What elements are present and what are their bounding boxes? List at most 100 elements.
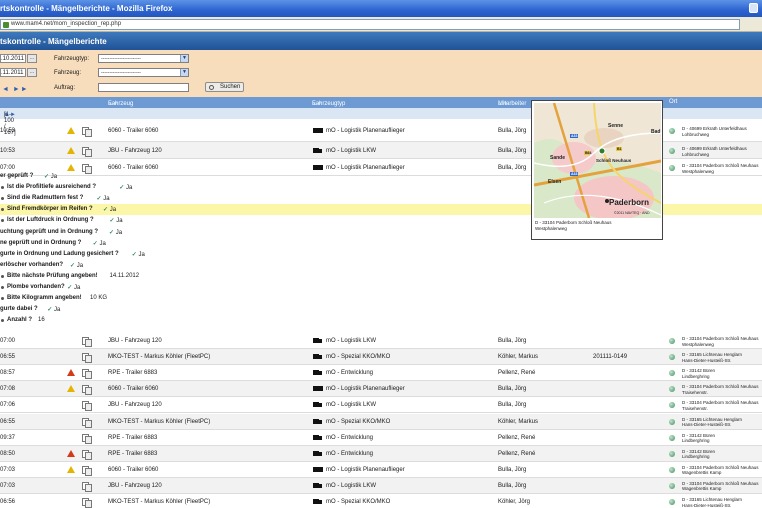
location-dot-icon[interactable] (669, 450, 675, 457)
report-document-icon[interactable] (82, 401, 92, 412)
checklist-item: Plombe vorhanden? ✓ Ja (0, 282, 762, 293)
map-address: D - 33104 Paderborn Schloß Neuhaus Westp… (535, 220, 612, 231)
date-to-input[interactable]: .11.2011 (0, 68, 26, 77)
table-row[interactable]: 07:08 6060 - Trailer 6060 mO - Logistik Pl… (0, 381, 762, 398)
row-time: 08:50 (0, 450, 16, 457)
location-dot-icon[interactable] (669, 499, 675, 505)
page-title-bar: tskontrolle - Mängelberichte (0, 32, 762, 50)
checklist-question: Ist der Luftdruck in Ordnung ? (7, 217, 94, 224)
table-row[interactable]: 07:00 JBU - Fahrzeug 120 mO - Logistik LKW… (0, 333, 762, 349)
sort-icon: ▲▼ (498, 101, 508, 107)
warning-icon (67, 369, 75, 377)
report-document-icon[interactable] (82, 449, 92, 460)
row-time: 07:00 (0, 338, 16, 344)
warning-icon (67, 465, 75, 473)
checklist-question: gurte in Ordnung und Ladung gesichert ? (0, 250, 119, 257)
report-document-icon[interactable] (82, 465, 92, 476)
checklist-item: Bitte nächste Prüfung angeben! 14.11.2012 (0, 271, 762, 282)
checklist-question: Bitte nächste Prüfung angeben! (7, 272, 98, 279)
search-button[interactable]: Suchen (205, 82, 245, 92)
row-employee: Bulla, Jörg (498, 338, 527, 344)
location-dot-icon[interactable] (669, 148, 675, 154)
report-document-icon[interactable] (82, 385, 92, 396)
table-row[interactable]: 08:50 RPE - Trailer 6883 mO - Entwicklung P… (0, 445, 762, 462)
table-row[interactable]: 07:03 6060 - Trailer 6060 mO - Logistik Pl… (0, 462, 762, 478)
date-from-picker-button[interactable]: ... (27, 54, 37, 63)
fahrzeugtyp-label: Fahrzeugtyp: (54, 56, 90, 62)
url-input[interactable]: www.mam4.net/mom_inspection_rep.php (0, 19, 740, 30)
table-row[interactable]: 07:06 JBU - Fahrzeug 120 mO - Logistik LKW… (0, 397, 762, 414)
bullet-icon (1, 186, 4, 190)
fahrzeug-select[interactable]: ------------------------ ▼ (98, 68, 189, 77)
row-time: 08:57 (0, 370, 16, 377)
location-dot-icon[interactable] (669, 128, 675, 134)
date-from-input[interactable]: .10.2011 (0, 54, 26, 63)
date-nav-arrows[interactable]: ◄ ►► (2, 86, 29, 93)
window-titlebar: rtskontrolle - Mängelberichte - Mozilla … (0, 0, 762, 17)
report-document-icon[interactable] (82, 417, 92, 428)
bullet-icon (1, 219, 4, 223)
checklist-question: gurte dabei ? (0, 306, 38, 313)
report-document-icon[interactable] (82, 337, 92, 347)
col-ort[interactable]: Ort (669, 99, 677, 105)
row-employee: Pellenz, René (498, 434, 536, 441)
row-location: D - 33104 Paderborn Schloß Neuhaus Wagenb… (682, 464, 759, 476)
report-document-icon[interactable] (82, 433, 92, 444)
location-dot-icon[interactable] (669, 466, 675, 473)
report-document-icon[interactable] (82, 127, 92, 137)
row-employee: Pellenz, René (498, 370, 536, 377)
location-dot-icon[interactable] (669, 338, 675, 344)
location-dot-icon[interactable] (669, 370, 675, 377)
row-time: 09:37 (0, 434, 16, 441)
table-row[interactable]: 06:55 MKO-TEST - Markus Köhler (FleetPC) m… (0, 349, 762, 366)
report-document-icon[interactable] (82, 498, 92, 508)
row-vehicle: MKO-TEST - Markus Köhler (FleetPC) (108, 499, 211, 505)
truck-icon (313, 370, 322, 376)
report-document-icon[interactable] (82, 147, 92, 157)
row-location: D - 33104 Paderborn Schloß Neuhaus Wagenb… (682, 480, 759, 492)
row-vehicle: RPE - Trailer 6883 (108, 434, 158, 441)
checklist-answer: ✓ Ja (67, 285, 81, 291)
checklist-answer: ✓ Ja (96, 196, 110, 203)
row-location: D - 33165 Lichtenau Henglarn Hans-Dieter-… (682, 352, 743, 363)
truck-icon (313, 499, 322, 504)
location-map[interactable]: Senne Bad Sande Elsen Schloß Neuhaus Pad… (534, 103, 661, 218)
table-row[interactable]: 07:03 JBU - Fahrzeug 120 mO - Logistik LKW… (0, 477, 762, 494)
report-document-icon[interactable] (82, 369, 92, 380)
row-location: D - 33104 Paderborn Schloß Neuhaus Traise… (682, 384, 759, 395)
row-vehicle-type: mO - Spezial KKO/MKO (326, 499, 391, 505)
row-employee: Bulla, Jörg (498, 402, 527, 409)
bullet-icon (1, 297, 4, 301)
table-row[interactable]: 06:55 MKO-TEST - Markus Köhler (FleetPC) m… (0, 413, 762, 430)
row-vehicle-type: mO - Entwicklung (326, 370, 374, 377)
auftrag-input[interactable] (98, 83, 189, 92)
location-dot-icon[interactable] (669, 402, 675, 409)
location-dot-icon[interactable] (669, 482, 675, 489)
fahrzeugtyp-select[interactable]: ------------------------ ▼ (98, 54, 189, 63)
checklist-question: Sind die Radmuttern fest ? (7, 195, 84, 202)
location-dot-icon[interactable] (669, 418, 675, 425)
location-dot-icon[interactable] (669, 386, 675, 393)
table-row[interactable]: 09:37 RPE - Trailer 6883 mO - Entwicklung P… (0, 430, 762, 446)
row-employee: Bulla, Jörg (498, 386, 527, 393)
row-order: 201111-0149 (593, 354, 628, 361)
location-dot-icon[interactable] (669, 354, 675, 361)
check-icon: ✓ (119, 185, 126, 192)
window-close-icon[interactable] (749, 3, 758, 13)
checklist-item: erlöscher vorhanden? ✓ Ja (0, 260, 762, 271)
row-vehicle-type: mO - Logistik LKW (326, 338, 377, 344)
report-document-icon[interactable] (82, 353, 92, 364)
location-dot-icon[interactable] (669, 434, 675, 441)
row-employee: Köhler, Markus (498, 354, 539, 361)
row-time: 06:56 (0, 499, 16, 505)
row-location: D - 40699 Erkrath Unterfeldhaus Lohbruchw… (682, 146, 747, 157)
checklist-answer: ✓ Ja (109, 218, 123, 225)
check-icon: ✓ (67, 285, 74, 291)
date-to-picker-button[interactable]: ... (27, 68, 37, 77)
checklist-question: Anzahl ? (7, 317, 32, 324)
report-document-icon[interactable] (82, 481, 92, 492)
table-row[interactable]: 06:56 MKO-TEST - Markus Köhler (FleetPC) m… (0, 494, 762, 508)
table-row[interactable]: 08:57 RPE - Trailer 6883 mO - Entwicklung P… (0, 365, 762, 382)
checklist-question: ne geprüft und in Ordnung ? (0, 239, 82, 246)
checklist-question: er geprüft ? (0, 173, 34, 179)
